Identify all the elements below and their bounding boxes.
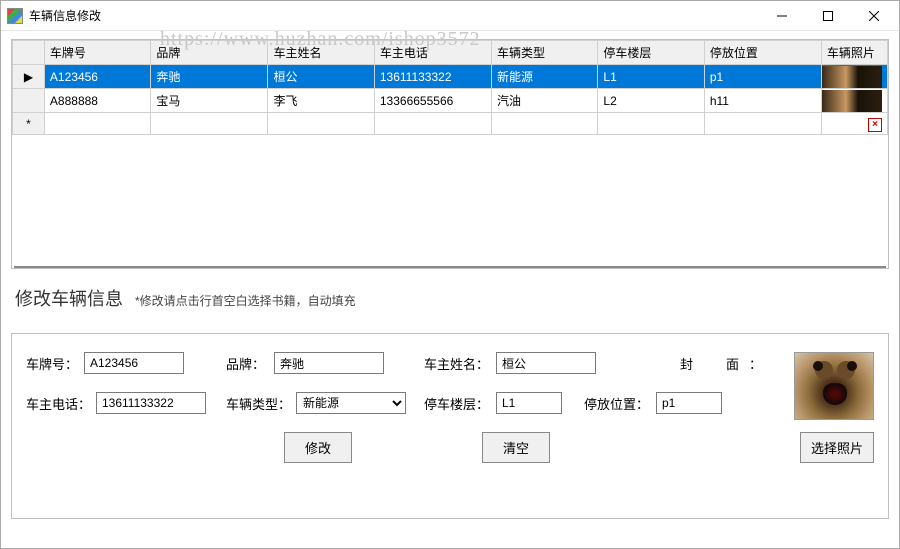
vehicle-grid[interactable]: 车牌号 品牌 车主姓名 车主电话 车辆类型 停车楼层 停放位置 车辆照片 ▶A1… (12, 40, 888, 135)
choose-photo-button[interactable]: 选择照片 (800, 432, 874, 463)
col-photo[interactable]: 车辆照片 (821, 41, 887, 65)
grid-cell[interactable] (598, 113, 704, 135)
grid-cell[interactable] (491, 113, 597, 135)
grid-photo-cell[interactable]: × (821, 113, 887, 135)
table-row[interactable]: A888888宝马李飞13366655566汽油L2h11 (13, 89, 888, 113)
label-floor: 停车楼层： (424, 394, 496, 413)
grid-cell[interactable]: 李飞 (268, 89, 374, 113)
grid-cell[interactable] (704, 113, 821, 135)
grid-photo-cell[interactable] (821, 65, 887, 89)
app-icon (7, 8, 23, 24)
table-row[interactable]: ▶A123456奔驰桓公13611133322新能源L1p1 (13, 65, 888, 89)
row-header[interactable]: * (13, 113, 45, 135)
grid-cell[interactable]: 新能源 (491, 65, 597, 89)
cover-image (794, 352, 874, 420)
content-area: https://www.huzhan.com/ishop3572 车牌号 品牌 … (1, 31, 899, 548)
grid-header-row: 车牌号 品牌 车主姓名 车主电话 车辆类型 停车楼层 停放位置 车辆照片 (13, 41, 888, 65)
form-title: 修改车辆信息 (15, 285, 123, 311)
minimize-button[interactable] (759, 1, 805, 30)
input-brand[interactable] (274, 352, 384, 374)
photo-thumbnail (822, 66, 882, 88)
window-title: 车辆信息修改 (29, 7, 759, 24)
grid-cell[interactable] (268, 113, 374, 135)
label-owner-phone: 车主电话： (26, 394, 96, 413)
col-plate[interactable]: 车牌号 (44, 41, 150, 65)
button-row: 修改 清空 选择照片 (26, 432, 874, 463)
col-owner-phone[interactable]: 车主电话 (374, 41, 491, 65)
select-vehicle-type[interactable]: 新能源 (296, 392, 406, 414)
form-hint: *修改请点击行首空白选择书籍，自动填充 (135, 292, 356, 309)
col-vehicle-type[interactable]: 车辆类型 (491, 41, 597, 65)
col-owner-name[interactable]: 车主姓名 (268, 41, 374, 65)
col-floor[interactable]: 停车楼层 (598, 41, 704, 65)
col-brand[interactable]: 品牌 (151, 41, 268, 65)
label-cover: 封 面： (680, 354, 772, 373)
grid-cell[interactable]: A888888 (44, 89, 150, 113)
form-title-row: 修改车辆信息 *修改请点击行首空白选择书籍，自动填充 (11, 285, 889, 311)
grid-photo-cell[interactable] (821, 89, 887, 113)
modify-button[interactable]: 修改 (284, 432, 352, 463)
grid-cell[interactable]: h11 (704, 89, 821, 113)
grid-cell[interactable]: 桓公 (268, 65, 374, 89)
grid-cell[interactable]: L1 (598, 65, 704, 89)
input-owner-phone[interactable] (96, 392, 206, 414)
grid-cell[interactable]: 奔驰 (151, 65, 268, 89)
x-icon[interactable]: × (868, 118, 882, 132)
input-floor[interactable] (496, 392, 562, 414)
grid-cell[interactable]: 汽油 (491, 89, 597, 113)
photo-thumbnail (822, 90, 882, 112)
window-root: 车辆信息修改 https://www.huzhan.com/ishop3572 … (0, 0, 900, 549)
grid-cell[interactable]: 13366655566 (374, 89, 491, 113)
label-plate: 车牌号： (26, 354, 84, 373)
grid-panel: 车牌号 品牌 车主姓名 车主电话 车辆类型 停车楼层 停放位置 车辆照片 ▶A1… (11, 39, 889, 269)
label-position: 停放位置： (584, 394, 656, 413)
grid-cell[interactable]: 宝马 (151, 89, 268, 113)
col-position[interactable]: 停放位置 (704, 41, 821, 65)
titlebar: 车辆信息修改 (1, 1, 899, 31)
grid-cell[interactable] (44, 113, 150, 135)
form-panel: 车牌号： 品牌： 车主姓名： 车主电话： (11, 333, 889, 519)
form-section: 修改车辆信息 *修改请点击行首空白选择书籍，自动填充 车牌号： 品牌： 车主姓名… (11, 285, 889, 519)
grid-cell[interactable] (151, 113, 268, 135)
table-row[interactable]: *× (13, 113, 888, 135)
close-button[interactable] (851, 1, 897, 30)
maximize-button[interactable] (805, 1, 851, 30)
input-owner-name[interactable] (496, 352, 596, 374)
label-owner-name: 车主姓名： (424, 354, 496, 373)
cover-area: 封 面： (680, 352, 874, 420)
label-vehicle-type: 车辆类型： (226, 394, 296, 413)
grid-cell[interactable]: p1 (704, 65, 821, 89)
grid-cell[interactable] (374, 113, 491, 135)
row-header[interactable] (13, 89, 45, 113)
grid-cell[interactable]: L2 (598, 89, 704, 113)
input-plate[interactable] (84, 352, 184, 374)
clear-button[interactable]: 清空 (482, 432, 550, 463)
grid-bottom-rule (14, 266, 886, 268)
window-controls (759, 1, 897, 30)
grid-corner (13, 41, 45, 65)
grid-cell[interactable]: 13611133322 (374, 65, 491, 89)
grid-cell[interactable]: A123456 (44, 65, 150, 89)
row-header[interactable]: ▶ (13, 65, 45, 89)
label-brand: 品牌： (226, 354, 274, 373)
